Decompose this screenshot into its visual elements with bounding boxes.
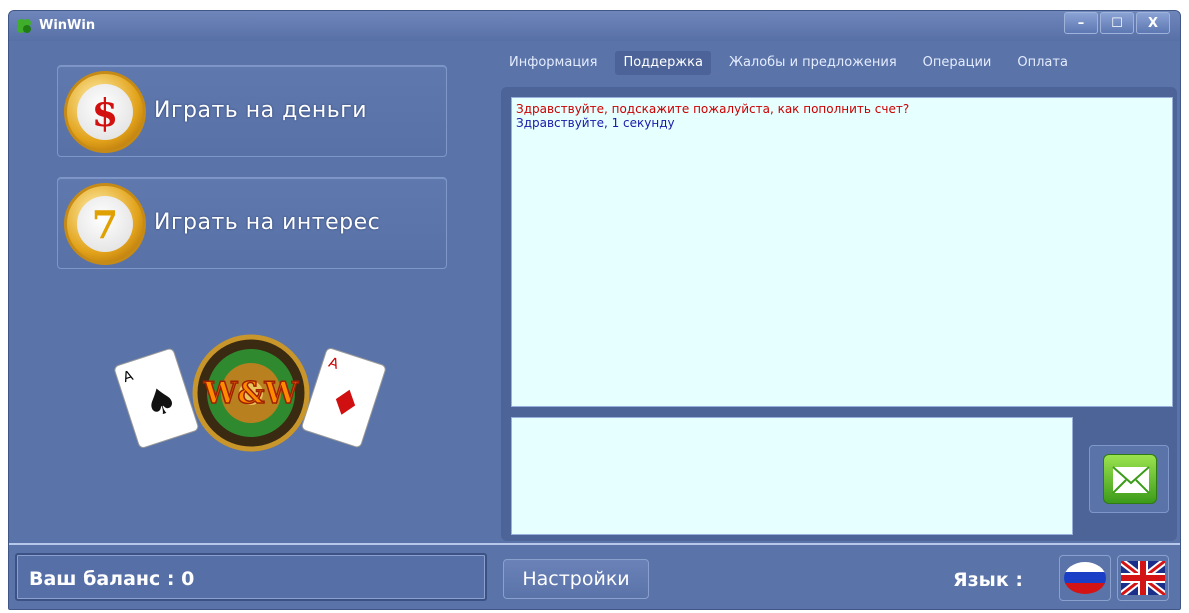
tab-bar: Информация Поддержка Жалобы и предложени… [501, 51, 1086, 75]
balance-text: Ваш баланс : 0 [29, 568, 195, 590]
maximize-button[interactable]: ☐ [1100, 12, 1134, 34]
tab-payment[interactable]: Оплата [1009, 51, 1076, 75]
title-bar[interactable]: WinWin – ☐ X [9, 11, 1180, 41]
russian-flag-icon [1064, 562, 1106, 594]
uk-flag-icon [1121, 561, 1165, 595]
window-title: WinWin [39, 18, 96, 33]
tab-information[interactable]: Информация [501, 51, 605, 75]
message-input[interactable] [511, 417, 1073, 535]
send-message-button[interactable] [1089, 445, 1169, 513]
winwin-logo: A ♠ A ♦ W&W [114, 334, 386, 452]
play-for-money-button[interactable]: $ Играть на деньги [57, 65, 447, 157]
close-button[interactable]: X [1136, 12, 1170, 34]
svg-text:W&W: W&W [203, 376, 300, 411]
chat-message: Здравствуйте, 1 секунду [516, 116, 675, 130]
envelope-icon [1103, 454, 1157, 504]
chat-log[interactable]: Здравствуйте, подскажите пожалуйста, как… [511, 97, 1173, 407]
balance-panel: Ваш баланс : 0 [15, 553, 487, 601]
play-for-fun-label: Играть на интерес [154, 210, 381, 235]
language-ru-button[interactable] [1059, 555, 1111, 601]
tab-support[interactable]: Поддержка [615, 51, 711, 75]
app-window: WinWin – ☐ X $ Играть на деньги 7 Играть… [8, 10, 1181, 610]
chat-frame: Здравствуйте, подскажите пожалуйста, как… [501, 87, 1177, 541]
language-en-button[interactable] [1117, 555, 1169, 601]
tab-complaints[interactable]: Жалобы и предложения [721, 51, 905, 75]
minimize-button[interactable]: – [1064, 12, 1098, 34]
play-for-fun-button[interactable]: 7 Играть на интерес [57, 177, 447, 269]
window-controls: – ☐ X [1064, 12, 1170, 34]
slot-coin-icon: 7 [64, 183, 146, 265]
settings-button[interactable]: Настройки [503, 559, 649, 599]
play-for-money-label: Играть на деньги [154, 98, 368, 123]
support-panel: Информация Поддержка Жалобы и предложени… [501, 41, 1177, 541]
bottom-bar: Ваш баланс : 0 Настройки Язык : [9, 543, 1180, 609]
clover-icon [17, 19, 31, 33]
chat-message: Здравствуйте, подскажите пожалуйста, как… [516, 102, 910, 116]
language-label: Язык : [953, 569, 1023, 591]
money-coin-icon: $ [64, 71, 146, 153]
slot-seven: 7 [77, 196, 133, 252]
tab-operations[interactable]: Операции [915, 51, 1000, 75]
dollar-sign: $ [77, 84, 133, 140]
